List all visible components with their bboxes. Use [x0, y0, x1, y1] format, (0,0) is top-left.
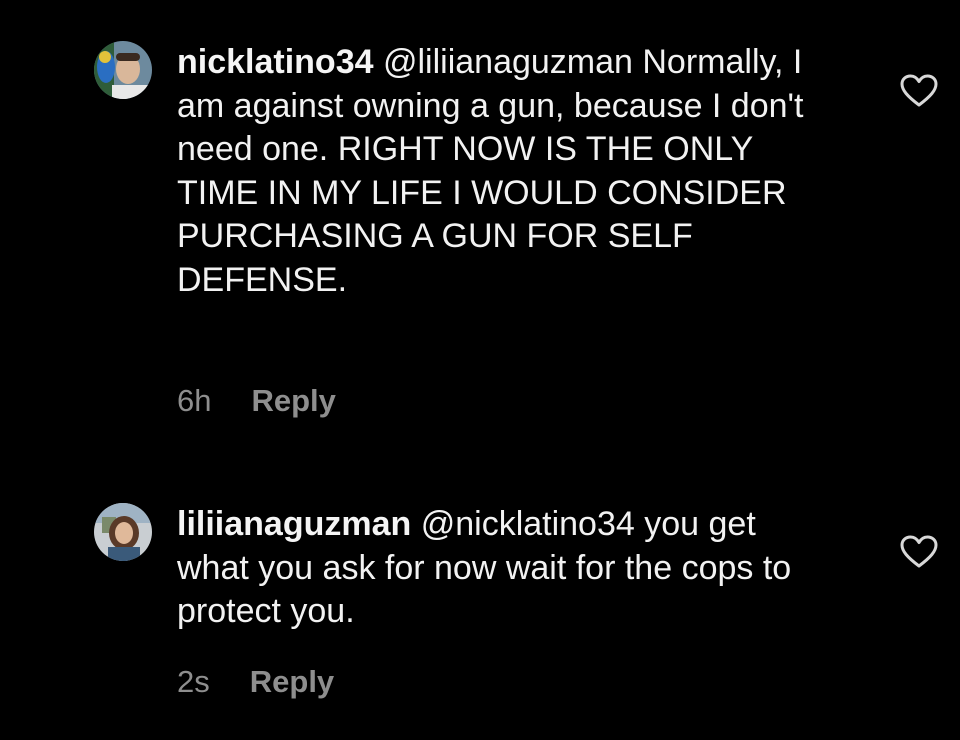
comment-timestamp: 6h	[177, 383, 212, 418]
heart-outline-icon[interactable]	[900, 74, 938, 108]
avatar[interactable]	[94, 503, 152, 561]
comment-meta: 2s Reply	[177, 664, 334, 700]
reply-button[interactable]: Reply	[251, 383, 335, 419]
heart-outline-icon[interactable]	[900, 535, 938, 569]
comment-meta: 6h Reply	[177, 383, 336, 419]
comment-item: liliianaguzman @nicklatino34 you get wha…	[0, 460, 960, 740]
comment-text: liliianaguzman @nicklatino34 you get wha…	[177, 503, 837, 634]
reply-button[interactable]: Reply	[250, 664, 334, 700]
comment-timestamp: 2s	[177, 664, 210, 699]
comment-text: nicklatino34 @liliianaguzman Normally, I…	[177, 41, 837, 302]
comment-item: nicklatino34 @liliianaguzman Normally, I…	[0, 0, 960, 440]
comment-body: @liliianaguzman Normally, I am against o…	[177, 43, 804, 299]
avatar[interactable]	[94, 41, 152, 99]
comment-username[interactable]: nicklatino34	[177, 43, 374, 81]
comment-username[interactable]: liliianaguzman	[177, 505, 411, 543]
